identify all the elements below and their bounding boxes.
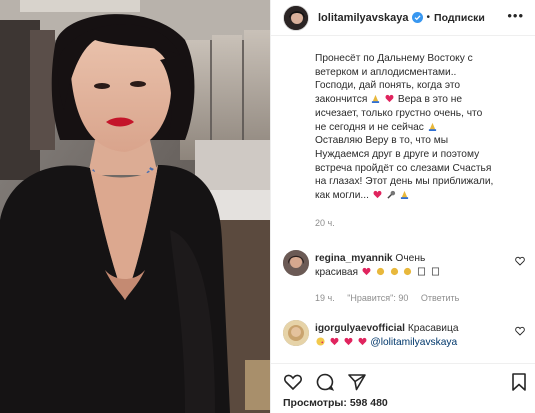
comment-item: igorgulyaevofficial Красавица @lolitamil… [283,320,533,360]
comment-meta: 19 ч. "Нравится": 90 Ответить [315,293,469,303]
caption-line: Оставляю Веру в то, что мы [315,135,449,147]
caption-line: как могли... [315,189,530,203]
comment-icon[interactable] [315,372,335,392]
caption-text: закончится [315,94,368,106]
comment-body: regina_myannik Очень красивая [315,252,510,280]
photo-illustration [0,0,270,413]
views-label: Просмотры: [283,397,347,409]
comment-item: regina_myannik Очень красивая 19 ч. "Нра… [283,250,533,310]
comment-username[interactable]: regina_myannik [315,253,393,264]
caption-line: закончится Вера в это не [315,93,530,107]
caption-line: не сегодня и не сейчас [315,121,530,135]
comment-text: Красавица [407,323,459,334]
views-number: 598 480 [349,397,388,409]
post-header: lolitamilyavskaya • Подписки ••• [271,0,535,36]
following-button[interactable]: Подписки [434,12,485,24]
placeholder-glyph [418,267,426,276]
views-count: Просмотры: 598 480 [283,397,388,409]
commenter-avatar[interactable] [283,320,309,346]
comment-timestamp: 19 ч. [315,293,335,303]
caption-line: Господи, дай понять, когда это [315,80,461,92]
more-icon[interactable]: ••• [507,9,524,22]
microphone-emoji [387,190,395,199]
reply-button[interactable]: Ответить [421,293,459,303]
kiss-face-emoji [316,337,325,346]
heart-emoji [330,337,339,346]
comment-text: красивая [315,267,359,278]
separator-dot: • [426,12,431,23]
caption-text: как могли... [315,190,369,202]
heart-emoji [373,190,382,199]
caption-line: Пронесёт по Дальнему Востоку с [315,53,473,64]
heart-emoji [358,337,366,346]
comment-username[interactable]: igorgulyaevofficial [315,323,405,334]
caption-text: не сегодня и не сейчас [315,121,424,133]
heart-icon[interactable] [283,372,303,392]
heart-icon[interactable] [515,326,525,336]
comment-mention[interactable]: @lolitamilyavskaya [370,337,457,348]
bookmark-icon[interactable] [509,372,529,392]
post-actions-bar [271,363,535,392]
verified-icon [411,12,423,23]
clapping-hands-emoji [376,267,384,276]
caption-line: исчезает, только грустно очень, что [315,107,483,119]
comment-likes[interactable]: "Нравится": 90 [347,293,408,303]
caption-line: на глазах! Этот день мы приближали, [315,176,494,188]
caption-timestamp: 20 ч. [315,218,335,228]
praying-hands-emoji [428,122,436,131]
comment-body: igorgulyaevofficial Красавица @lolitamil… [315,322,510,350]
comment-text: Очень [395,253,426,264]
caption-text: Вера в это не [397,94,463,106]
share-icon[interactable] [347,372,367,392]
clapping-hands-emoji [390,267,398,276]
clapping-hands-emoji [404,267,412,276]
post-photo[interactable] [0,0,270,413]
caption-line: Нуждаемся друг в друге и поэтому [315,148,480,160]
caption-line: встреча пройдёт со слезами Счастья [315,162,492,174]
praying-hands-emoji [372,95,380,104]
heart-emoji [344,337,353,346]
heart-icon[interactable] [515,256,525,266]
caption-line: ветерком и аплодисментами.. [315,66,457,78]
praying-hands-emoji [401,190,409,200]
author-avatar[interactable] [283,4,309,31]
placeholder-glyph [432,267,440,276]
post-side-panel: lolitamilyavskaya • Подписки ••• Пронесё… [270,0,535,413]
commenter-avatar[interactable] [283,250,309,276]
heart-emoji [362,267,371,276]
post-caption: Пронесёт по Дальнему Востоку с ветерком … [315,52,530,203]
author-username[interactable]: lolitamilyavskaya [318,12,409,24]
heart-emoji [385,95,394,103]
